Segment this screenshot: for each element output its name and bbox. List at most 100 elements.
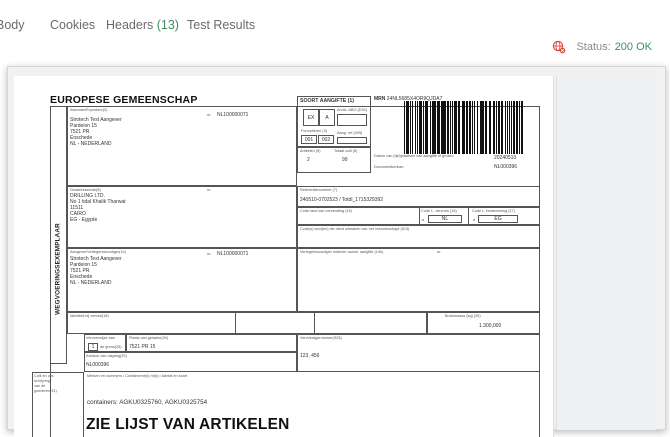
items-value: 2 xyxy=(307,157,310,163)
packages-label: Totaal colli (6) xyxy=(334,149,358,153)
transport-doc-value: 123, 456 xyxy=(300,353,320,359)
exporter-nr-label: nr. xyxy=(207,113,212,117)
tab-cookies-label: Cookies xyxy=(50,18,96,32)
exporter-nr: NL100000071 xyxy=(217,112,249,118)
document-nr: NL000396 xyxy=(494,164,518,170)
ref-count-label: Aang. ref (005) xyxy=(337,131,363,135)
barcode-image xyxy=(404,101,524,154)
barcode-bar xyxy=(449,101,451,154)
consignee-label: Geadresseerde(8) xyxy=(70,188,101,192)
declarant-line: NL - NEDERLAND xyxy=(70,280,112,286)
barcode-bar xyxy=(499,101,500,154)
tab-headers[interactable]: Headers (13) xyxy=(106,18,179,32)
exit-place-value: 7521 PR 15 xyxy=(129,344,156,350)
barcode-bar xyxy=(430,101,431,154)
barcode-bar xyxy=(492,101,495,154)
declarant-nr: NL100000071 xyxy=(217,251,249,257)
exporter-line: NL - NEDERLAND xyxy=(70,141,112,147)
barcode-bar xyxy=(497,101,499,154)
barcode-bar xyxy=(412,101,414,154)
tab-headers-label: Headers xyxy=(106,18,154,32)
ref-count-box xyxy=(337,137,367,144)
barcode-bar xyxy=(485,101,488,154)
country-code-b-prefix: a xyxy=(473,218,476,222)
items-label: Artikelen (5) xyxy=(300,149,321,153)
barcode-bar xyxy=(501,101,504,154)
barcode-bar xyxy=(516,101,518,154)
reference-value: 240510-0702523 / Totdl_1715329392 xyxy=(300,197,384,203)
viewer-side-panel xyxy=(556,76,656,430)
declaration-type-a: EX xyxy=(303,109,319,126)
exporter-label: Afzender/Exporteur(2) xyxy=(70,108,108,112)
declaration-type-label: SOORT AANGIFTE (1) xyxy=(300,98,354,104)
barcode-bar xyxy=(456,101,458,154)
tab-test-results[interactable]: Test Results xyxy=(187,18,255,32)
barcode-bar xyxy=(422,101,425,154)
transport-mode-label: Vervoerwijze aan xyxy=(86,336,115,340)
declarant-nr-label: nr. xyxy=(207,252,212,256)
barcode-bar xyxy=(439,101,440,154)
gross-mass-label: Brutomassa (kg) (35) xyxy=(445,314,481,318)
transport-doc-label: Vervoerdgerummer(S28) xyxy=(300,336,342,340)
globe-error-icon[interactable] xyxy=(552,40,566,54)
tab-body-label: Body xyxy=(0,18,25,32)
response-tabs: Body Cookies Headers (13) Test Results S… xyxy=(0,0,670,54)
goods-side-label: goederen(31) xyxy=(34,389,57,393)
representative-nr-label: nr. xyxy=(437,250,442,254)
status-label: Status: xyxy=(576,41,611,53)
acceptance-date: 20240510 xyxy=(494,155,517,161)
barcode-bar xyxy=(477,101,479,154)
barcode-bar xyxy=(445,101,446,154)
barcode-bar xyxy=(447,101,449,154)
goods-side-label: Colli en om- xyxy=(34,374,55,378)
status-value: 200 OK xyxy=(614,41,652,53)
barcode-bar xyxy=(489,101,492,154)
barcode-bar xyxy=(414,101,416,154)
barcode-bar xyxy=(506,101,508,154)
forms-b: 002 xyxy=(318,135,334,144)
goods-side-label: van de xyxy=(34,384,46,388)
destination-label: Code(s) land(en) die dient uitmaken van … xyxy=(300,227,410,231)
exit-office-label: Kantoor van uitgang(29) xyxy=(86,354,127,358)
barcode-bar xyxy=(452,101,453,154)
barcode-bar xyxy=(518,101,520,154)
barcode-bar xyxy=(521,101,523,154)
customs-document: EUROPESE GEMEENSCHAP WEGVOERINGSEXEMPLAA… xyxy=(32,94,543,437)
reference-label: Referentienummer (7) xyxy=(300,188,338,192)
tab-body[interactable]: Body xyxy=(0,18,25,32)
transport-mode-value: 1 xyxy=(88,343,98,351)
forms-a: 001 xyxy=(301,135,317,144)
consignee-nr-label: nr. xyxy=(207,188,212,192)
barcode-bar xyxy=(407,101,409,154)
forms-label: Formulieren (3) xyxy=(301,129,327,133)
containers-text: containers: AGKU0325760, AGKU0325754 xyxy=(87,399,208,406)
country-code-a-label: Code L. verzndn (15) xyxy=(421,209,457,213)
consignee-line: EG - Egypte xyxy=(70,217,98,223)
barcode-bar xyxy=(458,101,461,154)
barcode-bar xyxy=(464,101,466,154)
barcode-bar xyxy=(511,101,512,154)
country-code-b-label: Code L. bestemming (17) xyxy=(472,209,515,213)
exit-office-value: NL000396 xyxy=(86,362,110,368)
barcode-bar xyxy=(508,101,510,154)
document-nr-label: Documentkenkan xyxy=(374,165,404,169)
mrn-label: MRN xyxy=(374,96,386,102)
goods-side-label: schrijving xyxy=(34,379,50,383)
country-code-a: NL xyxy=(428,215,462,223)
tab-test-results-label: Test Results xyxy=(187,18,256,32)
declarant-label: Aangever/Vertegenwoordiger(14) xyxy=(70,250,126,254)
tab-headers-count: (13) xyxy=(156,18,179,32)
representative-box xyxy=(297,248,540,312)
document-title: EUROPESE GEMEENSCHAP xyxy=(50,94,198,106)
tab-cookies[interactable]: Cookies xyxy=(50,18,95,32)
declaration-type-b: A xyxy=(319,109,335,126)
barcode-bar xyxy=(434,101,436,154)
barcode-bar xyxy=(409,101,411,154)
barcode-bar xyxy=(504,101,506,154)
barcode-bar xyxy=(404,101,406,154)
country-code-b: EG xyxy=(478,215,518,223)
goods-header: Merken en nummers • Containernr(s) nr(s)… xyxy=(87,374,188,378)
exit-place-label: Plaats van geladen(30) xyxy=(129,336,169,340)
items-list-heading: ZIE LIJST VAN ARTIKELEN xyxy=(86,416,290,433)
identity-label: Identiteit bij vertrek(18) xyxy=(70,314,109,318)
